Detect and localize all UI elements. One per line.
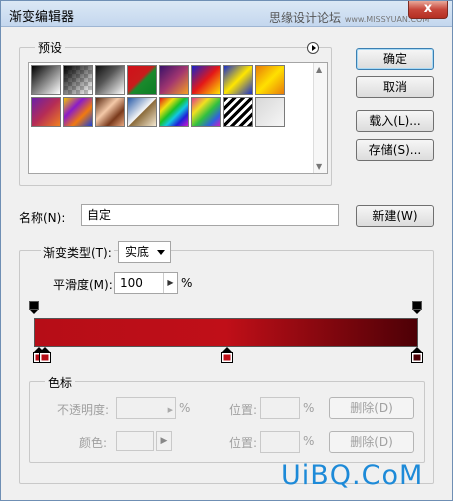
gradient-editor-window: 渐变编辑器 思缘设计论坛 www.MISSYUAN.COM x 预设 ▲ ▼ 确… xyxy=(0,0,453,501)
color-stop-right[interactable] xyxy=(411,347,423,363)
color-location-label: 位置: xyxy=(229,436,258,450)
uibq-watermark: UiBQ.CoM xyxy=(281,460,424,491)
preset-swatch-yellow-violet-orange-blue[interactable] xyxy=(63,97,93,127)
preset-swatch-red-green[interactable] xyxy=(127,65,157,95)
close-icon: x xyxy=(423,1,433,16)
color-swatch[interactable] xyxy=(116,431,154,451)
circle-right-arrow-icon[interactable] xyxy=(307,42,319,54)
delete-opacity-stop-button[interactable]: 删除(D) xyxy=(329,397,414,419)
opacity-location-label: 位置: xyxy=(229,403,258,417)
color-label: 颜色: xyxy=(79,436,108,450)
gradient-type-value: 实底 xyxy=(125,245,150,259)
delete-color-stop-button[interactable]: 删除(D) xyxy=(329,431,414,453)
smoothness-unit: % xyxy=(181,276,193,290)
opacity-input[interactable]: ▶ xyxy=(116,397,176,419)
preset-swatch-black-to-white-soft[interactable] xyxy=(95,65,125,95)
opacity-stop-icon xyxy=(29,301,39,314)
scroll-up-icon[interactable]: ▲ xyxy=(316,65,322,74)
opacity-unit: % xyxy=(179,401,191,415)
color-stop-icon xyxy=(411,347,423,363)
preset-swatch-blue-red-yellow[interactable] xyxy=(191,65,221,95)
window-title: 渐变编辑器 xyxy=(9,10,75,25)
color-stop-icon xyxy=(39,347,51,363)
chevron-right-icon: ▶ xyxy=(167,406,173,414)
scroll-down-icon[interactable]: ▼ xyxy=(316,162,322,171)
smoothness-value: 100 xyxy=(120,276,143,290)
smoothness-label: 平滑度(M): xyxy=(53,278,113,292)
color-stop-left-2[interactable] xyxy=(39,347,51,363)
preset-swatch-blue-yellow-blue[interactable] xyxy=(223,65,253,95)
color-stop-middle[interactable] xyxy=(221,347,233,363)
site-watermark-text: 思缘设计论坛 xyxy=(269,11,342,25)
close-button[interactable]: x xyxy=(408,1,448,19)
gradient-preview-bar[interactable] xyxy=(34,318,418,347)
gradient-type-label: 渐变类型(T): xyxy=(41,244,114,261)
chevron-right-icon: ▶ xyxy=(160,436,168,446)
presets-label: 预设 xyxy=(35,39,66,56)
site-watermark: 思缘设计论坛 www.MISSYUAN.COM xyxy=(269,9,429,26)
smoothness-input[interactable]: 100 ▶ xyxy=(114,272,178,294)
save-button[interactable]: 存储(S)... xyxy=(356,139,434,161)
opacity-stop-icon xyxy=(412,301,422,314)
opacity-label: 不透明度: xyxy=(57,403,110,417)
color-stop-group-label: 色标 xyxy=(45,374,76,391)
preset-swatch-transparent-stripes[interactable] xyxy=(223,97,253,127)
preset-swatch-orange-yellow-orange[interactable] xyxy=(255,65,285,95)
preset-swatch-copper[interactable] xyxy=(95,97,125,127)
opacity-stop-left[interactable] xyxy=(29,301,39,315)
preset-swatch-panel: ▲ ▼ xyxy=(28,62,328,174)
preset-swatch-black-white[interactable] xyxy=(31,65,61,95)
chevron-right-icon[interactable]: ▶ xyxy=(163,273,177,293)
preset-scrollbar[interactable]: ▲ ▼ xyxy=(313,63,327,173)
chevron-down-icon xyxy=(157,250,165,255)
preset-swatch-neutral-density[interactable] xyxy=(255,97,285,127)
cancel-button[interactable]: 取消 xyxy=(356,76,434,98)
name-input[interactable]: 自定 xyxy=(81,204,339,226)
color-picker-arrow[interactable]: ▶ xyxy=(156,431,172,451)
preset-swatch-violet-orange-2[interactable] xyxy=(31,97,61,127)
opacity-location-unit: % xyxy=(303,401,315,415)
opacity-location-input[interactable] xyxy=(260,397,300,419)
preset-swatch-black-transparent[interactable] xyxy=(63,65,93,95)
title-bar[interactable]: 渐变编辑器 思缘设计论坛 www.MISSYUAN.COM x xyxy=(1,1,452,27)
new-button[interactable]: 新建(W) xyxy=(356,205,434,227)
color-location-input[interactable] xyxy=(260,431,300,453)
color-location-unit: % xyxy=(303,434,315,448)
gradient-type-select[interactable]: 实底 xyxy=(118,241,171,263)
name-label: 名称(N): xyxy=(19,211,66,225)
preset-swatch-transparent-rainbow[interactable] xyxy=(191,97,221,127)
preset-swatch-violet-orange[interactable] xyxy=(159,65,189,95)
preset-swatch-spectrum[interactable] xyxy=(159,97,189,127)
load-button[interactable]: 载入(L)... xyxy=(356,110,434,132)
preset-swatch-chrome[interactable] xyxy=(127,97,157,127)
opacity-stop-right[interactable] xyxy=(412,301,422,315)
ok-button[interactable]: 确定 xyxy=(356,48,434,70)
color-stop-icon xyxy=(221,347,233,363)
